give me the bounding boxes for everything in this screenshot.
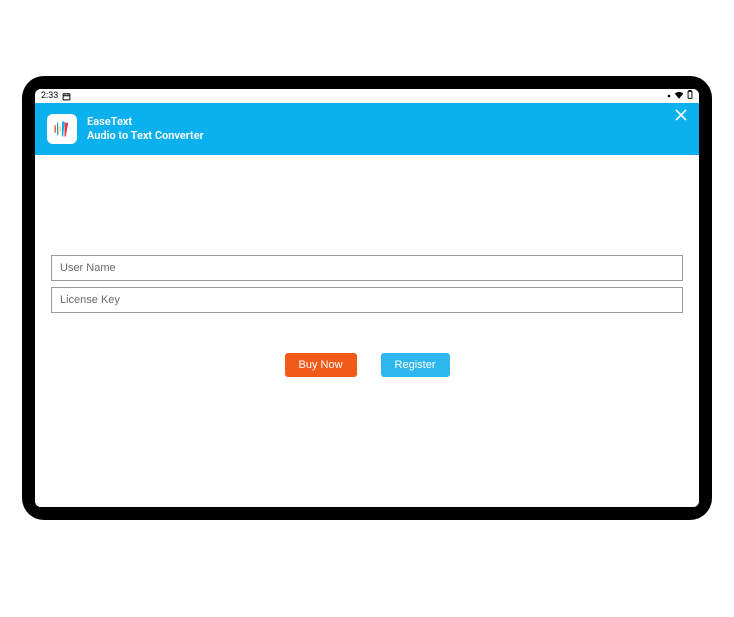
app-logo-icon xyxy=(47,114,77,144)
button-row: Buy Now Register xyxy=(51,353,683,377)
status-left: 2:33 xyxy=(41,91,71,101)
buy-now-button[interactable]: Buy Now xyxy=(285,353,357,377)
app-title: EaseText xyxy=(87,115,204,129)
tablet-frame: 2:33 xyxy=(22,76,712,520)
header-titles: EaseText Audio to Text Converter xyxy=(87,115,204,143)
close-button[interactable] xyxy=(673,109,689,125)
screen: 2:33 xyxy=(35,89,699,507)
license-form: Buy Now Register xyxy=(51,255,683,377)
app-subtitle: Audio to Text Converter xyxy=(87,129,204,143)
wifi-icon xyxy=(674,91,684,102)
status-bar: 2:33 xyxy=(35,89,699,103)
close-icon xyxy=(675,109,687,121)
battery-icon xyxy=(687,90,693,102)
register-button[interactable]: Register xyxy=(381,353,450,377)
status-right xyxy=(667,90,693,102)
license-key-input[interactable] xyxy=(51,287,683,313)
dot-icon xyxy=(667,91,671,101)
calendar-icon xyxy=(62,92,71,101)
content-area: Buy Now Register xyxy=(35,155,699,507)
username-input[interactable] xyxy=(51,255,683,281)
app-header: EaseText Audio to Text Converter xyxy=(35,103,699,155)
stage: 2:33 xyxy=(0,0,734,617)
status-time: 2:33 xyxy=(41,91,58,101)
